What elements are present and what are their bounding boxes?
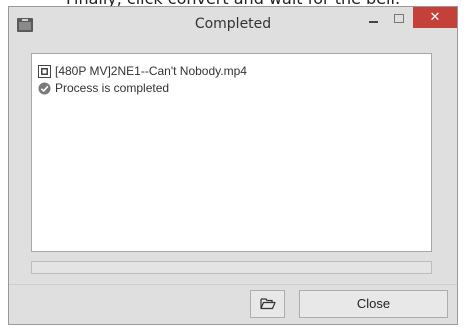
open-folder-button[interactable] (250, 290, 285, 318)
close-button[interactable]: Close (299, 290, 448, 318)
completed-dialog: Completed ✕ [480P MV]2NE1--Can't Nobody.… (8, 6, 458, 325)
log-list: [480P MV]2NE1--Can't Nobody.mp4 Process … (31, 53, 432, 252)
close-window-button[interactable]: ✕ (413, 7, 457, 28)
list-item: Process is completed (38, 80, 169, 96)
footer-divider (9, 284, 457, 285)
title-bar[interactable]: Completed ✕ (9, 7, 457, 41)
minimize-icon[interactable] (365, 9, 383, 29)
file-name: [480P MV]2NE1--Can't Nobody.mp4 (55, 64, 247, 78)
list-item: [480P MV]2NE1--Can't Nobody.mp4 (38, 63, 247, 79)
open-folder-icon (259, 295, 276, 314)
status-text: Process is completed (55, 81, 170, 95)
maximize-icon[interactable] (390, 9, 408, 29)
check-circle-icon (38, 82, 51, 95)
video-file-icon (38, 64, 51, 78)
progress-bar (31, 261, 432, 274)
